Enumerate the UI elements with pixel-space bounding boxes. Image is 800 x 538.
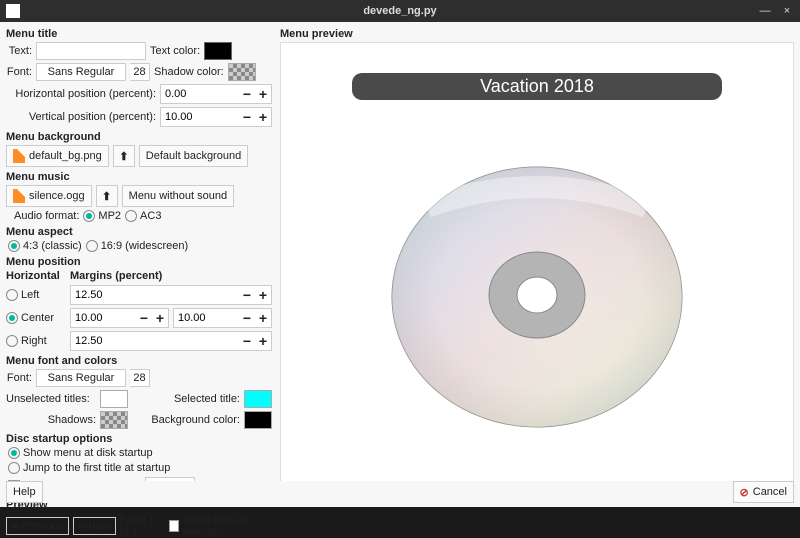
menu-aspect-header: Menu aspect — [6, 226, 272, 238]
next-arrow-icon: ⏭ — [78, 521, 86, 532]
margin-right-dec[interactable]: − — [239, 333, 255, 349]
menu-title-text-input[interactable] — [36, 42, 146, 60]
shadows-color-swatch[interactable] — [100, 411, 128, 429]
music-file-name: silence.ogg — [29, 190, 85, 202]
margin-center1-dec[interactable]: − — [136, 310, 152, 326]
background-upload-button[interactable]: ⬆ — [113, 145, 135, 167]
shadow-color-label: Shadow color: — [154, 66, 224, 78]
previous-page-button[interactable]: ⏮ Previous — [6, 517, 69, 535]
margin-left-input[interactable] — [71, 286, 111, 304]
pos-right-radio[interactable]: Right — [6, 335, 66, 347]
margin-center2-dec[interactable]: − — [239, 310, 255, 326]
cancel-icon: ⊘ — [740, 486, 749, 499]
pos-center-radio[interactable]: Center — [6, 312, 66, 324]
margins-label: Margins (percent) — [70, 270, 162, 282]
app-icon — [6, 4, 20, 18]
cancel-button[interactable]: ⊘ Cancel — [733, 481, 794, 503]
unselected-color-swatch[interactable] — [100, 390, 128, 408]
file-icon — [13, 189, 25, 203]
menu-music-header: Menu music — [6, 171, 272, 183]
show-titles-label: Show titles as selected — [183, 514, 272, 538]
show-titles-checkbox[interactable] — [169, 520, 179, 532]
shadow-color-swatch[interactable] — [228, 63, 256, 81]
selected-color-swatch[interactable] — [244, 390, 272, 408]
mfc-font-name[interactable]: Sans Regular — [36, 369, 126, 387]
hpos-input[interactable] — [161, 85, 201, 103]
menu-title-header: Menu title — [6, 28, 272, 40]
text-label: Text: — [6, 45, 32, 57]
upload-icon: ⬆ — [102, 190, 111, 203]
first-arrow-icon: ⏮ — [11, 521, 19, 532]
margin-right-inc[interactable]: + — [255, 333, 271, 349]
aspect-classic-radio[interactable]: 4:3 (classic) — [8, 240, 82, 252]
menu-font-colors-header: Menu font and colors — [6, 355, 272, 367]
default-background-button[interactable]: Default background — [139, 145, 248, 167]
disc-image — [387, 147, 687, 447]
music-upload-button[interactable]: ⬆ — [96, 185, 118, 207]
show-menu-radio[interactable]: Show menu at disk startup — [8, 447, 153, 459]
background-file-name: default_bg.png — [29, 150, 102, 162]
hpos-decrement[interactable]: − — [239, 86, 255, 102]
text-color-label: Text color: — [150, 45, 200, 57]
font-name-display[interactable]: Sans Regular — [36, 63, 126, 81]
disc-startup-header: Disc startup options — [6, 433, 272, 445]
close-icon[interactable]: × — [780, 5, 794, 17]
menu-preview-header: Menu preview — [280, 28, 794, 40]
music-file-button[interactable]: silence.ogg — [6, 185, 92, 207]
menu-without-sound-button[interactable]: Menu without sound — [122, 185, 234, 207]
page-indicator: Page 1 of 1 — [120, 514, 165, 538]
preview-area: Vacation 2018 — [280, 42, 794, 503]
bgcolor-label: Background color: — [132, 414, 240, 426]
hpos-label: Horizontal position (percent): — [6, 88, 156, 100]
preview-title-banner: Vacation 2018 — [352, 73, 722, 100]
menu-position-header: Menu position — [6, 256, 272, 268]
audio-format-mp2-radio[interactable]: MP2 — [83, 210, 121, 222]
margin-right-input[interactable] — [71, 332, 111, 350]
unselected-titles-label: Unselected titles: — [6, 393, 96, 405]
horizontal-label: Horizontal — [6, 270, 66, 282]
mfc-font-size[interactable]: 28 — [130, 369, 150, 387]
upload-icon: ⬆ — [119, 150, 128, 163]
window-title: devede_ng.py — [0, 5, 800, 17]
shadows-label: Shadows: — [6, 414, 96, 426]
audio-format-label: Audio format: — [14, 210, 79, 222]
aspect-widescreen-radio[interactable]: 16:9 (widescreen) — [86, 240, 188, 252]
margin-center2-input[interactable] — [174, 309, 214, 327]
hpos-increment[interactable]: + — [255, 86, 271, 102]
background-file-button[interactable]: default_bg.png — [6, 145, 109, 167]
jump-first-radio[interactable]: Jump to the first title at startup — [8, 462, 170, 474]
next-page-button[interactable]: ⏭ Next — [73, 517, 116, 535]
margin-left-inc[interactable]: + — [255, 287, 271, 303]
help-button[interactable]: Help — [6, 481, 43, 503]
pos-left-radio[interactable]: Left — [6, 289, 66, 301]
menu-background-header: Menu background — [6, 131, 272, 143]
vpos-decrement[interactable]: − — [239, 109, 255, 125]
minimize-icon[interactable]: — — [758, 5, 772, 17]
vpos-label: Vertical position (percent): — [6, 111, 156, 123]
file-icon — [13, 149, 25, 163]
mfc-font-label: Font: — [6, 372, 32, 384]
selected-title-label: Selected title: — [132, 393, 240, 405]
vpos-increment[interactable]: + — [255, 109, 271, 125]
margin-center1-input[interactable] — [71, 309, 111, 327]
bgcolor-swatch[interactable] — [244, 411, 272, 429]
margin-left-dec[interactable]: − — [239, 287, 255, 303]
font-label: Font: — [6, 66, 32, 78]
audio-format-ac3-radio[interactable]: AC3 — [125, 210, 161, 222]
margin-center1-inc[interactable]: + — [152, 310, 168, 326]
font-size-display[interactable]: 28 — [130, 63, 150, 81]
margin-center2-inc[interactable]: + — [255, 310, 271, 326]
vpos-input[interactable] — [161, 108, 201, 126]
text-color-swatch[interactable] — [204, 42, 232, 60]
